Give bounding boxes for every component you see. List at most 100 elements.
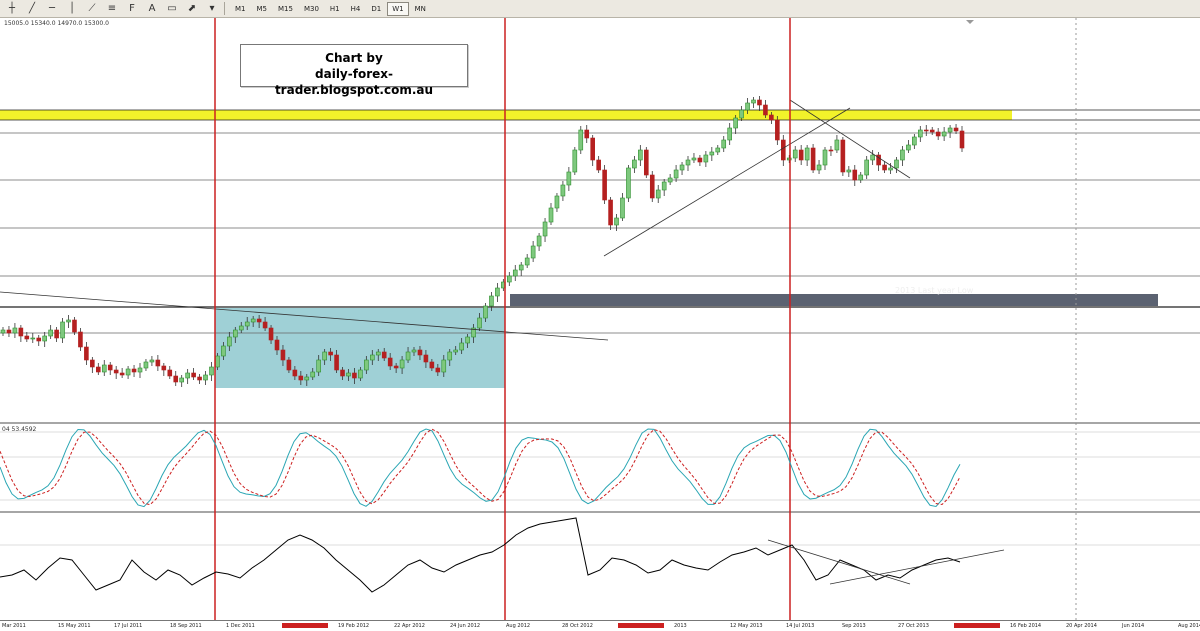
bull-candle bbox=[215, 355, 220, 368]
bear-candle bbox=[334, 354, 339, 371]
bull-candle bbox=[679, 164, 685, 171]
bull-candle bbox=[888, 167, 893, 171]
bear-candle bbox=[36, 337, 42, 342]
more-icon[interactable]: ▾ bbox=[204, 2, 220, 16]
time-axis-label: Aug 2012 bbox=[506, 623, 531, 629]
bear-candle bbox=[96, 366, 101, 373]
crosshair-icon[interactable]: ┼ bbox=[4, 2, 20, 16]
time-axis-label: 14 Jul 2013 bbox=[786, 623, 815, 629]
time-axis-label bbox=[618, 623, 664, 628]
bull-candle bbox=[48, 329, 53, 337]
bear-candle bbox=[959, 130, 965, 149]
bull-candle bbox=[620, 197, 625, 219]
bull-candle bbox=[566, 171, 572, 186]
trendline-icon[interactable]: ⟋ bbox=[84, 2, 100, 16]
bull-candle bbox=[250, 318, 256, 323]
bull-candle bbox=[364, 359, 369, 371]
timeframe-h1[interactable]: H1 bbox=[325, 2, 345, 16]
time-axis-label: 28 Oct 2012 bbox=[562, 623, 593, 629]
text-tool-button[interactable]: A bbox=[144, 2, 160, 16]
bull-candle bbox=[900, 149, 905, 161]
timeframe-d1[interactable]: D1 bbox=[366, 2, 386, 16]
bear-candle bbox=[935, 131, 941, 137]
bull-candle bbox=[66, 319, 71, 323]
timeframe-m1[interactable]: M1 bbox=[230, 2, 251, 16]
bear-candle bbox=[90, 359, 95, 368]
time-axis-label: 24 Jun 2012 bbox=[450, 623, 481, 629]
bull-candle bbox=[12, 327, 18, 334]
bear-candle bbox=[84, 346, 89, 361]
bear-candle bbox=[107, 364, 113, 371]
time-axis-label: 27 Oct 2013 bbox=[898, 623, 929, 629]
bear-candle bbox=[119, 372, 125, 376]
bear-candle bbox=[298, 375, 304, 381]
bear-candle bbox=[417, 349, 423, 356]
bull-candle bbox=[715, 147, 721, 153]
bear-candle bbox=[292, 369, 298, 377]
bear-candle bbox=[381, 351, 387, 359]
bear-candle bbox=[352, 372, 357, 379]
timeframe-group: M1 M5 M15 M30 H1 H4 D1 W1 MN bbox=[229, 1, 431, 16]
bear-candle bbox=[18, 327, 24, 337]
timeframe-m5[interactable]: M5 bbox=[252, 2, 273, 16]
bull-candle bbox=[179, 377, 184, 383]
timeframe-w1[interactable]: W1 bbox=[387, 1, 409, 16]
hline-icon[interactable]: ─ bbox=[44, 2, 60, 16]
bull-candle bbox=[143, 361, 149, 369]
bull-candle bbox=[709, 151, 715, 156]
bear-candle bbox=[387, 357, 393, 367]
bull-candle bbox=[30, 337, 36, 340]
bull-candle bbox=[751, 99, 756, 104]
time-axis-label: 16 Feb 2014 bbox=[1010, 623, 1042, 629]
timeframe-m15[interactable]: M15 bbox=[273, 2, 298, 16]
bear-candle bbox=[280, 349, 286, 361]
label-icon[interactable]: ▭ bbox=[164, 2, 180, 16]
bear-candle bbox=[923, 129, 929, 132]
bull-candle bbox=[227, 336, 232, 347]
bull-candle bbox=[792, 149, 798, 159]
last-year-low-label: 2013 Last year Low bbox=[895, 286, 974, 295]
bull-candle bbox=[441, 359, 447, 373]
bull-candle bbox=[209, 366, 214, 376]
bear-candle bbox=[953, 127, 959, 132]
arrow-icon[interactable]: ⬈ bbox=[184, 2, 200, 16]
price-chart[interactable] bbox=[0, 18, 1200, 620]
time-axis-label: Mar 2011 bbox=[2, 623, 26, 629]
bull-candle bbox=[530, 245, 536, 259]
fibonacci-icon[interactable]: F bbox=[124, 2, 140, 16]
bear-candle bbox=[6, 329, 12, 334]
bull-candle bbox=[0, 329, 6, 334]
bear-candle bbox=[769, 114, 774, 121]
timeframe-mn[interactable]: MN bbox=[410, 2, 431, 16]
bull-candle bbox=[316, 359, 321, 373]
time-axis-label: 15 May 2011 bbox=[58, 623, 91, 629]
bear-candle bbox=[72, 319, 77, 333]
bear-candle bbox=[596, 159, 601, 171]
bull-candle bbox=[453, 349, 458, 353]
bull-candle bbox=[304, 376, 310, 381]
bear-candle bbox=[268, 327, 274, 341]
line-icon[interactable]: ╱ bbox=[24, 2, 40, 16]
vline-icon[interactable]: │ bbox=[64, 2, 80, 16]
scroll-marker-icon bbox=[966, 20, 974, 24]
bull-candle bbox=[745, 102, 750, 111]
bull-candle bbox=[185, 372, 190, 379]
time-axis-label: Aug 2014 bbox=[1178, 623, 1200, 629]
ohlc-readout: 15005.0 15340.0 14970.0 15300.0 bbox=[4, 20, 109, 27]
time-axis-label bbox=[282, 623, 328, 628]
bear-candle bbox=[340, 369, 345, 377]
channel-icon[interactable]: ≡ bbox=[104, 2, 120, 16]
timeframe-h4[interactable]: H4 bbox=[346, 2, 366, 16]
time-axis-label: Jun 2014 bbox=[1122, 623, 1145, 629]
bull-candle bbox=[858, 174, 864, 181]
bear-candle bbox=[644, 149, 649, 176]
bear-candle bbox=[757, 99, 762, 106]
bull-candle bbox=[346, 372, 351, 377]
timeframe-m30[interactable]: M30 bbox=[299, 2, 324, 16]
bull-candle bbox=[703, 154, 709, 163]
bull-candle bbox=[572, 149, 578, 173]
bull-candle bbox=[673, 169, 679, 179]
bear-candle bbox=[161, 365, 167, 371]
bull-candle bbox=[495, 287, 500, 297]
bull-candle bbox=[518, 264, 524, 271]
